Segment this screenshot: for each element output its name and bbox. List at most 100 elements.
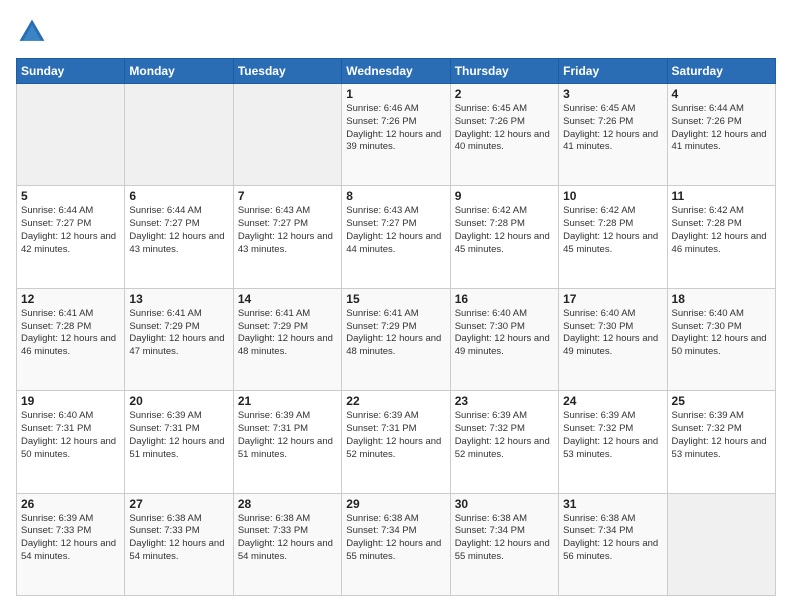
- header: [16, 16, 776, 48]
- day-number: 17: [563, 292, 662, 306]
- day-info: Sunrise: 6:42 AM Sunset: 7:28 PM Dayligh…: [563, 205, 662, 256]
- day-info: Sunrise: 6:44 AM Sunset: 7:27 PM Dayligh…: [21, 205, 120, 256]
- calendar-table: SundayMondayTuesdayWednesdayThursdayFrid…: [16, 58, 776, 596]
- calendar-header-monday: Monday: [125, 59, 233, 84]
- day-number: 31: [563, 497, 662, 511]
- calendar-cell: 8 Sunrise: 6:43 AM Sunset: 7:27 PM Daylig…: [342, 186, 450, 288]
- day-number: 14: [238, 292, 337, 306]
- calendar-cell: 26 Sunrise: 6:39 AM Sunset: 7:33 PM Dayli…: [17, 493, 125, 595]
- day-info: Sunrise: 6:38 AM Sunset: 7:34 PM Dayligh…: [563, 513, 662, 564]
- day-info: Sunrise: 6:40 AM Sunset: 7:30 PM Dayligh…: [672, 308, 771, 359]
- calendar-cell: 21 Sunrise: 6:39 AM Sunset: 7:31 PM Dayli…: [233, 391, 341, 493]
- calendar-cell: 29 Sunrise: 6:38 AM Sunset: 7:34 PM Dayli…: [342, 493, 450, 595]
- calendar-body: 1 Sunrise: 6:46 AM Sunset: 7:26 PM Daylig…: [17, 84, 776, 596]
- calendar-week-0: 1 Sunrise: 6:46 AM Sunset: 7:26 PM Daylig…: [17, 84, 776, 186]
- day-number: 28: [238, 497, 337, 511]
- calendar-cell: 16Sunrise: 6:40 AM Sunset: 7:30 PM Dayli…: [450, 288, 558, 390]
- calendar-cell: 3 Sunrise: 6:45 AM Sunset: 7:26 PM Daylig…: [559, 84, 667, 186]
- day-info: Sunrise: 6:39 AM Sunset: 7:31 PM Dayligh…: [238, 410, 337, 461]
- day-info: Sunrise: 6:40 AM Sunset: 7:31 PM Dayligh…: [21, 410, 120, 461]
- day-info: Sunrise: 6:39 AM Sunset: 7:31 PM Dayligh…: [346, 410, 445, 461]
- calendar-week-3: 19Sunrise: 6:40 AM Sunset: 7:31 PM Dayli…: [17, 391, 776, 493]
- day-info: Sunrise: 6:38 AM Sunset: 7:33 PM Dayligh…: [238, 513, 337, 564]
- calendar-cell: 4Sunrise: 6:44 AM Sunset: 7:26 PM Daylig…: [667, 84, 775, 186]
- day-info: Sunrise: 6:39 AM Sunset: 7:32 PM Dayligh…: [455, 410, 554, 461]
- day-number: 7: [238, 189, 337, 203]
- calendar-cell: [233, 84, 341, 186]
- calendar-cell: 15 Sunrise: 6:41 AM Sunset: 7:29 PM Dayli…: [342, 288, 450, 390]
- day-number: 4: [672, 87, 771, 101]
- day-info: Sunrise: 6:40 AM Sunset: 7:30 PM Dayligh…: [563, 308, 662, 359]
- day-number: 20: [129, 394, 228, 408]
- calendar-week-1: 5 Sunrise: 6:44 AM Sunset: 7:27 PM Daylig…: [17, 186, 776, 288]
- day-info: Sunrise: 6:41 AM Sunset: 7:29 PM Dayligh…: [346, 308, 445, 359]
- day-info: Sunrise: 6:38 AM Sunset: 7:34 PM Dayligh…: [346, 513, 445, 564]
- day-info: Sunrise: 6:39 AM Sunset: 7:32 PM Dayligh…: [563, 410, 662, 461]
- day-number: 29: [346, 497, 445, 511]
- day-number: 22: [346, 394, 445, 408]
- day-info: Sunrise: 6:38 AM Sunset: 7:33 PM Dayligh…: [129, 513, 228, 564]
- day-info: Sunrise: 6:41 AM Sunset: 7:29 PM Dayligh…: [238, 308, 337, 359]
- calendar-cell: 5 Sunrise: 6:44 AM Sunset: 7:27 PM Daylig…: [17, 186, 125, 288]
- day-info: Sunrise: 6:42 AM Sunset: 7:28 PM Dayligh…: [672, 205, 771, 256]
- day-number: 21: [238, 394, 337, 408]
- day-number: 24: [563, 394, 662, 408]
- day-number: 18: [672, 292, 771, 306]
- calendar-header-wednesday: Wednesday: [342, 59, 450, 84]
- day-info: Sunrise: 6:42 AM Sunset: 7:28 PM Dayligh…: [455, 205, 554, 256]
- day-info: Sunrise: 6:39 AM Sunset: 7:31 PM Dayligh…: [129, 410, 228, 461]
- calendar-cell: 19Sunrise: 6:40 AM Sunset: 7:31 PM Dayli…: [17, 391, 125, 493]
- day-info: Sunrise: 6:45 AM Sunset: 7:26 PM Dayligh…: [563, 103, 662, 154]
- day-info: Sunrise: 6:46 AM Sunset: 7:26 PM Dayligh…: [346, 103, 445, 154]
- calendar-cell: 12 Sunrise: 6:41 AM Sunset: 7:28 PM Dayli…: [17, 288, 125, 390]
- day-info: Sunrise: 6:38 AM Sunset: 7:34 PM Dayligh…: [455, 513, 554, 564]
- day-info: Sunrise: 6:45 AM Sunset: 7:26 PM Dayligh…: [455, 103, 554, 154]
- day-info: Sunrise: 6:43 AM Sunset: 7:27 PM Dayligh…: [346, 205, 445, 256]
- calendar-cell: 30Sunrise: 6:38 AM Sunset: 7:34 PM Dayli…: [450, 493, 558, 595]
- day-info: Sunrise: 6:43 AM Sunset: 7:27 PM Dayligh…: [238, 205, 337, 256]
- calendar-cell: [17, 84, 125, 186]
- calendar-cell: [667, 493, 775, 595]
- calendar-cell: 20 Sunrise: 6:39 AM Sunset: 7:31 PM Dayli…: [125, 391, 233, 493]
- day-number: 5: [21, 189, 120, 203]
- calendar-cell: 14 Sunrise: 6:41 AM Sunset: 7:29 PM Dayli…: [233, 288, 341, 390]
- calendar-cell: 13 Sunrise: 6:41 AM Sunset: 7:29 PM Dayli…: [125, 288, 233, 390]
- day-number: 8: [346, 189, 445, 203]
- day-number: 12: [21, 292, 120, 306]
- day-info: Sunrise: 6:41 AM Sunset: 7:28 PM Dayligh…: [21, 308, 120, 359]
- calendar-cell: 25 Sunrise: 6:39 AM Sunset: 7:32 PM Dayli…: [667, 391, 775, 493]
- calendar-cell: 22 Sunrise: 6:39 AM Sunset: 7:31 PM Dayli…: [342, 391, 450, 493]
- calendar-cell: 2 Sunrise: 6:45 AM Sunset: 7:26 PM Daylig…: [450, 84, 558, 186]
- day-number: 25: [672, 394, 771, 408]
- day-number: 23: [455, 394, 554, 408]
- calendar-cell: 27 Sunrise: 6:38 AM Sunset: 7:33 PM Dayli…: [125, 493, 233, 595]
- calendar-cell: [125, 84, 233, 186]
- day-number: 15: [346, 292, 445, 306]
- calendar-cell: 24 Sunrise: 6:39 AM Sunset: 7:32 PM Dayli…: [559, 391, 667, 493]
- logo: [16, 16, 52, 48]
- logo-icon: [16, 16, 48, 48]
- day-info: Sunrise: 6:41 AM Sunset: 7:29 PM Dayligh…: [129, 308, 228, 359]
- day-number: 6: [129, 189, 228, 203]
- calendar-cell: 1 Sunrise: 6:46 AM Sunset: 7:26 PM Daylig…: [342, 84, 450, 186]
- day-info: Sunrise: 6:39 AM Sunset: 7:33 PM Dayligh…: [21, 513, 120, 564]
- calendar-cell: 9 Sunrise: 6:42 AM Sunset: 7:28 PM Daylig…: [450, 186, 558, 288]
- calendar-week-4: 26 Sunrise: 6:39 AM Sunset: 7:33 PM Dayli…: [17, 493, 776, 595]
- day-number: 11: [672, 189, 771, 203]
- day-number: 9: [455, 189, 554, 203]
- day-number: 27: [129, 497, 228, 511]
- calendar-cell: 11 Sunrise: 6:42 AM Sunset: 7:28 PM Dayli…: [667, 186, 775, 288]
- day-number: 1: [346, 87, 445, 101]
- calendar-cell: 18 Sunrise: 6:40 AM Sunset: 7:30 PM Dayli…: [667, 288, 775, 390]
- calendar-cell: 10Sunrise: 6:42 AM Sunset: 7:28 PM Dayli…: [559, 186, 667, 288]
- day-number: 13: [129, 292, 228, 306]
- calendar-week-2: 12 Sunrise: 6:41 AM Sunset: 7:28 PM Dayli…: [17, 288, 776, 390]
- day-number: 2: [455, 87, 554, 101]
- day-number: 26: [21, 497, 120, 511]
- calendar-header-friday: Friday: [559, 59, 667, 84]
- day-info: Sunrise: 6:40 AM Sunset: 7:30 PM Dayligh…: [455, 308, 554, 359]
- day-number: 3: [563, 87, 662, 101]
- day-info: Sunrise: 6:39 AM Sunset: 7:32 PM Dayligh…: [672, 410, 771, 461]
- calendar-header-saturday: Saturday: [667, 59, 775, 84]
- calendar-cell: 6Sunrise: 6:44 AM Sunset: 7:27 PM Daylig…: [125, 186, 233, 288]
